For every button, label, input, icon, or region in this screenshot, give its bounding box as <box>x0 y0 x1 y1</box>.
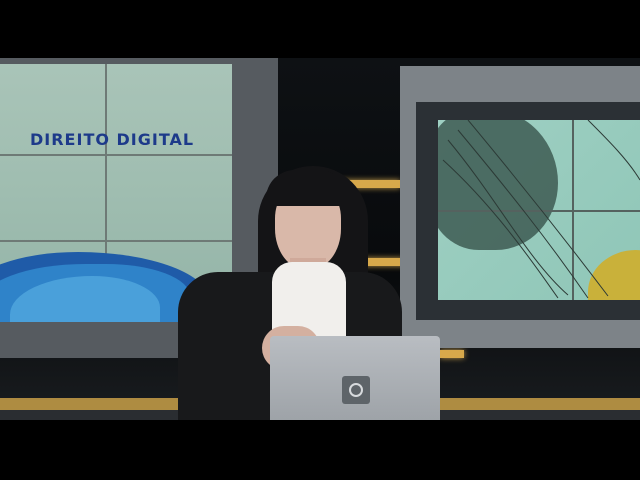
letterbox-top <box>0 0 640 58</box>
video-frame: DIREITO DIGITAL <box>0 0 640 480</box>
letterbox-bottom <box>0 420 640 480</box>
channel-logo-icon <box>342 376 370 404</box>
video-content: DIREITO DIGITAL <box>0 58 640 420</box>
presenter-bangs <box>266 170 348 206</box>
